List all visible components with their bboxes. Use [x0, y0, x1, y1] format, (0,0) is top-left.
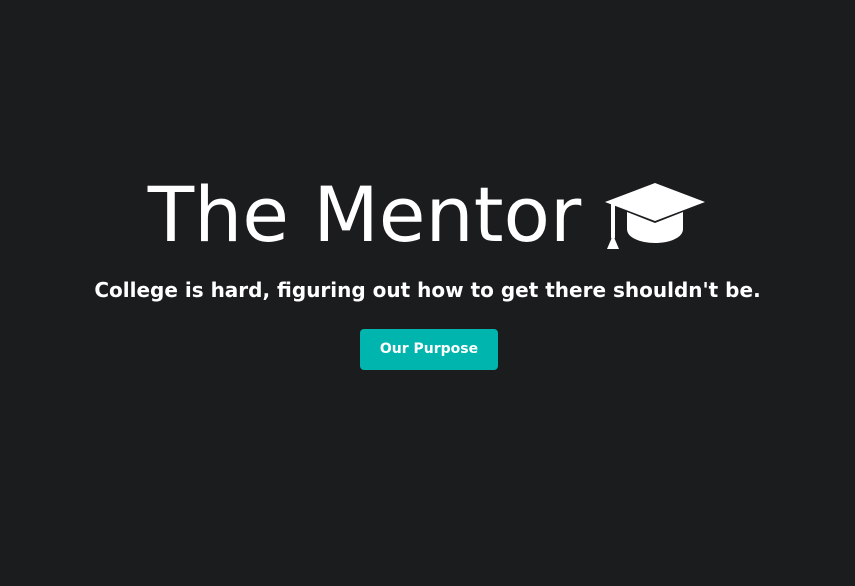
page-title: The Mentor — [147, 170, 582, 259]
title-row: The Mentor — [0, 168, 855, 262]
hero-section: The Mentor College is hard, figuring out… — [0, 0, 855, 586]
hero-subtitle: College is hard, figuring out how to get… — [94, 278, 761, 302]
our-purpose-button[interactable]: Our Purpose — [360, 329, 498, 370]
graduation-cap-icon — [605, 183, 706, 249]
